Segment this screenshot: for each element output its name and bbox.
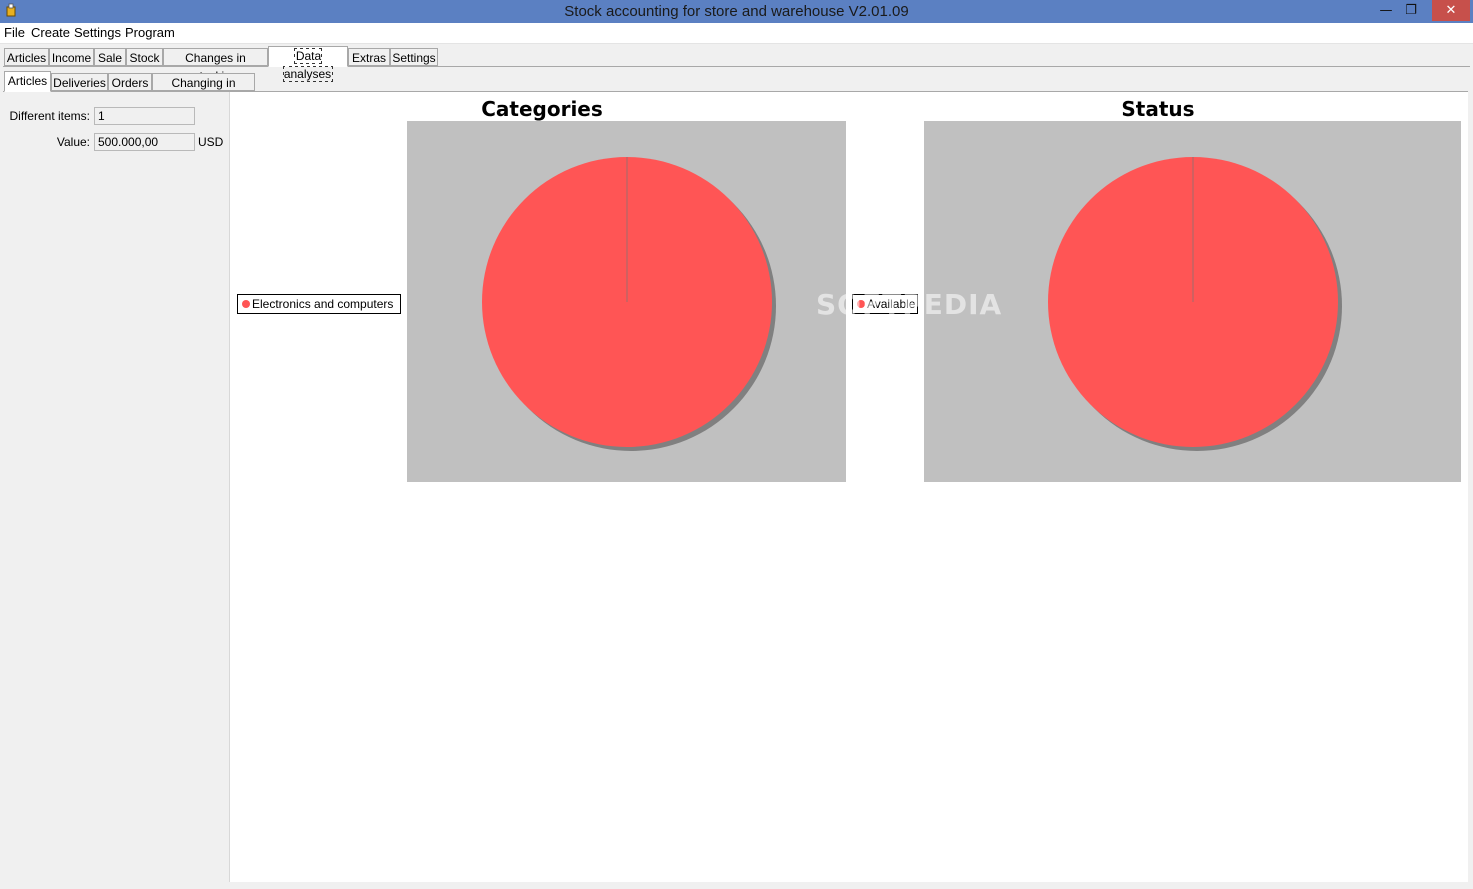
tab-label: Orders <box>111 76 149 90</box>
subtab-articles[interactable]: Articles <box>4 71 51 92</box>
tab-label: Sale <box>97 51 123 65</box>
legend-marker <box>242 300 250 308</box>
tab-label: Extras <box>351 51 386 65</box>
tab-label: Settings <box>392 51 436 65</box>
tab-label: Articles <box>7 74 48 88</box>
categories-chart-title: Categories <box>481 97 603 121</box>
minimize-button[interactable]: — <box>1374 0 1398 21</box>
value-label: Value: <box>56 135 90 149</box>
legend-label: Electronics and computers <box>252 297 394 311</box>
menu-create[interactable]: Create <box>31 25 70 40</box>
menu-program[interactable]: Program <box>125 25 175 40</box>
tab-stock[interactable]: Stock <box>126 48 163 66</box>
menu-bar: File Create Settings Program <box>0 23 1473 44</box>
summary-panel: Different items: 1 Value: 500.000,00 USD <box>4 92 229 882</box>
subtab-orders[interactable]: Orders <box>108 73 152 91</box>
tab-settings[interactable]: Settings <box>390 48 438 66</box>
categories-pie-chart <box>482 157 776 451</box>
restore-button[interactable]: ❐ <box>1398 0 1424 21</box>
sub-tab-bar: Articles Deliveries Orders Changing in m… <box>0 71 1473 108</box>
status-chart-title: Status <box>1121 97 1195 121</box>
menu-settings[interactable]: Settings <box>74 25 121 40</box>
subtab-changing-in-months[interactable]: Changing in months <box>152 73 255 108</box>
status-plot-area <box>924 121 1461 482</box>
status-pie-chart <box>1048 157 1342 451</box>
watermark: SOFTPEDIA <box>816 288 1003 321</box>
main-tab-bar: Articles Income Sale Stock Changes in st… <box>0 46 1473 83</box>
tab-changes-in-stocking[interactable]: Changes in stocking <box>163 48 268 83</box>
tab-label: Deliveries <box>53 76 106 90</box>
tab-articles[interactable]: Articles <box>4 48 49 66</box>
tab-extras[interactable]: Extras <box>348 48 390 66</box>
window-bottom-border <box>0 884 1473 889</box>
menu-file[interactable]: File <box>4 25 25 40</box>
tab-label: Articles <box>6 51 47 65</box>
close-button[interactable]: ✕ <box>1432 0 1470 21</box>
tab-label: Income <box>51 51 92 65</box>
categories-plot-area <box>407 121 846 482</box>
tab-data-analyses[interactable]: Data analyses <box>268 46 348 82</box>
different-items-field[interactable]: 1 <box>94 107 195 125</box>
tab-label: Stock <box>129 51 160 65</box>
subtab-deliveries[interactable]: Deliveries <box>51 73 108 91</box>
categories-legend: Electronics and computers <box>237 294 401 314</box>
different-items-label: Different items: <box>9 109 90 123</box>
value-field[interactable]: 500.000,00 <box>94 133 195 151</box>
tab-income[interactable]: Income <box>49 48 94 66</box>
title-bar: Stock accounting for store and warehouse… <box>0 0 1473 23</box>
currency-label: USD <box>198 135 224 149</box>
window-title: Stock accounting for store and warehouse… <box>564 3 909 20</box>
charts-area: Categories Electronics and computers Sta… <box>229 92 1468 882</box>
tab-sale[interactable]: Sale <box>94 48 126 66</box>
